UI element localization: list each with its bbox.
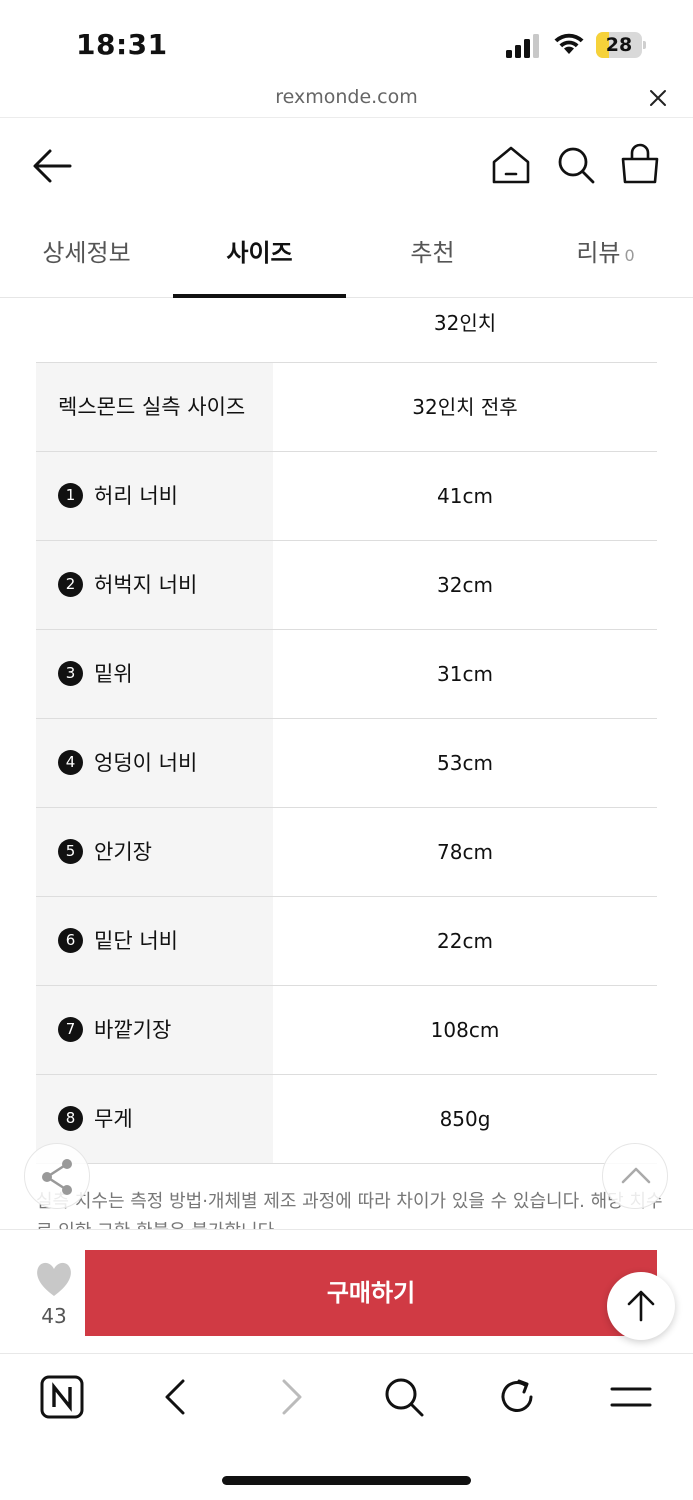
- size-label: 무게: [94, 1107, 133, 1131]
- scroll-to-top-button[interactable]: [607, 1272, 675, 1340]
- menu-icon[interactable]: [609, 1375, 653, 1419]
- share-icon: [42, 1159, 72, 1195]
- url-text[interactable]: rexmonde.com: [0, 86, 693, 108]
- table-row-partial: 32인치: [36, 299, 657, 363]
- naver-n-icon[interactable]: [40, 1375, 84, 1419]
- buy-button[interactable]: 구매하기: [85, 1250, 657, 1336]
- table-row: 3 밑위 31cm: [36, 630, 657, 719]
- tab-detail-info[interactable]: 상세정보: [0, 213, 173, 298]
- size-value: 22cm: [437, 929, 493, 953]
- number-badge: 6: [58, 927, 83, 953]
- size-label: 밑단 너비: [94, 929, 178, 953]
- heart-icon: [37, 1262, 71, 1296]
- tab-size[interactable]: 사이즈: [173, 213, 346, 298]
- size-label: 렉스몬드 실측 사이즈: [58, 395, 246, 419]
- active-tab-indicator: [173, 294, 346, 298]
- cellular-signal-icon: [506, 34, 539, 58]
- browser-toolbar: [0, 1355, 693, 1445]
- like-count: 43: [41, 1304, 67, 1328]
- shopping-bag-icon[interactable]: [618, 142, 662, 186]
- size-label: 허리 너비: [94, 484, 178, 508]
- share-button[interactable]: [24, 1143, 90, 1209]
- size-value: 32인치 전후: [412, 395, 518, 419]
- url-bar[interactable]: rexmonde.com: [0, 80, 693, 118]
- size-label: 밑위: [94, 662, 133, 686]
- size-content: 32인치 렉스몬드 실측 사이즈 32인치 전후 1 허리 너비 41cm 2 허벅…: [0, 299, 693, 1229]
- size-value: 108cm: [430, 1018, 500, 1042]
- wifi-icon: [554, 33, 584, 54]
- table-row: 8 무게 850g: [36, 1075, 657, 1164]
- nav-search-icon[interactable]: [382, 1375, 426, 1419]
- table-row: 6 밑단 너비 22cm: [36, 897, 657, 986]
- table-row: 2 허벅지 너비 32cm: [36, 541, 657, 630]
- size-value: 31cm: [437, 662, 493, 686]
- table-row: 1 허리 너비 41cm: [36, 452, 657, 541]
- size-value: 32cm: [437, 573, 493, 597]
- size-value: 53cm: [437, 751, 493, 775]
- size-value: 850g: [439, 1107, 491, 1131]
- size-label: 바깥기장: [94, 1018, 172, 1042]
- app-header: [0, 118, 693, 213]
- tab-recommend[interactable]: 추천: [346, 213, 519, 298]
- number-badge: 1: [58, 482, 83, 508]
- close-icon[interactable]: [648, 88, 668, 108]
- refresh-icon[interactable]: [495, 1375, 539, 1419]
- size-label: 안기장: [94, 840, 152, 864]
- nav-forward-icon[interactable]: [268, 1375, 312, 1419]
- like-button[interactable]: 43: [26, 1258, 82, 1338]
- tab-review[interactable]: 리뷰 0: [519, 213, 692, 298]
- number-badge: 4: [58, 749, 83, 775]
- table-row-real-size: 렉스몬드 실측 사이즈 32인치 전후: [36, 363, 657, 452]
- size-table: 렉스몬드 실측 사이즈 32인치 전후 1 허리 너비 41cm 2 허벅지 너비 …: [36, 363, 657, 1164]
- table-row: 7 바깥기장 108cm: [36, 986, 657, 1075]
- nav-back-icon[interactable]: [155, 1375, 199, 1419]
- tab-bar: 상세정보 사이즈 추천 리뷰 0: [0, 213, 693, 298]
- search-icon[interactable]: [555, 144, 597, 186]
- home-indicator[interactable]: [222, 1476, 471, 1485]
- chevron-up-icon: [621, 1167, 651, 1184]
- number-badge: 8: [58, 1105, 83, 1131]
- purchase-bar: 43 구매하기: [0, 1229, 693, 1354]
- size-value: 78cm: [437, 840, 493, 864]
- table-row: 4 엉덩이 너비 53cm: [36, 719, 657, 808]
- battery-level: 28: [605, 34, 633, 56]
- status-time: 18:31: [76, 28, 168, 61]
- size-notice: 실측 치수는 측정 방법·개체별 제조 과정에 따라 차이가 있을 수 있습니다…: [36, 1191, 663, 1229]
- size-label: 엉덩이 너비: [94, 751, 198, 775]
- number-badge: 7: [58, 1016, 83, 1042]
- battery-indicator: 28: [596, 32, 646, 58]
- size-label: 허벅지 너비: [94, 573, 198, 597]
- review-count: 0: [624, 246, 635, 265]
- back-arrow-icon[interactable]: [30, 146, 74, 186]
- size-value: 41cm: [437, 484, 493, 508]
- number-badge: 2: [58, 571, 83, 597]
- scroll-up-button[interactable]: [602, 1143, 668, 1209]
- arrow-up-icon: [627, 1290, 655, 1322]
- number-badge: 3: [58, 660, 83, 686]
- table-row: 5 안기장 78cm: [36, 808, 657, 897]
- status-bar: 18:31 28: [0, 0, 693, 80]
- number-badge: 5: [58, 838, 83, 864]
- size-value: 32인치: [433, 311, 497, 335]
- home-icon[interactable]: [490, 144, 532, 186]
